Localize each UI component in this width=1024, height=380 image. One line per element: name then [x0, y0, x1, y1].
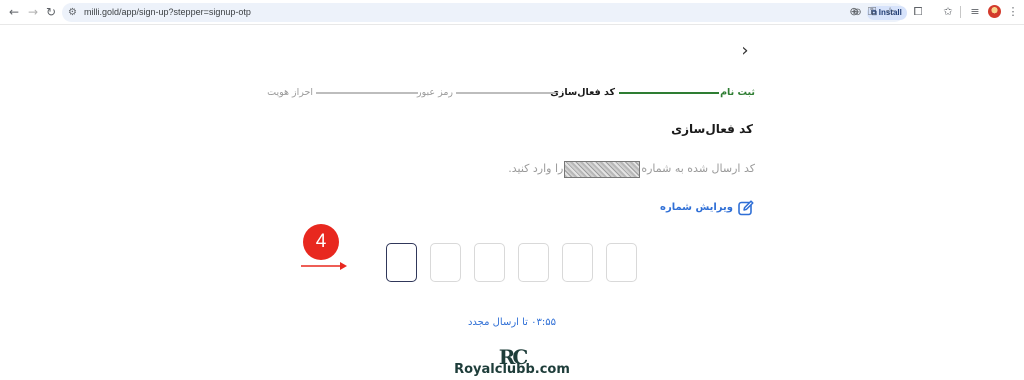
resend-countdown: ۰۳:۵۵ [531, 317, 557, 328]
annotation-arrow-icon [301, 262, 347, 270]
profile-avatar[interactable] [988, 5, 1001, 18]
watermark-text: Royalclubb.com [454, 362, 570, 377]
page-title: کد فعال‌سازی [671, 122, 753, 136]
step-number-badge: 4 [303, 224, 339, 260]
address-bar[interactable]: ⚙ milli.gold/app/sign-up?stepper=signup-… [62, 3, 907, 22]
step-activation-code: کد فعال‌سازی [550, 87, 615, 98]
redacted-phone-number [564, 160, 641, 178]
site-info-icon[interactable]: ⚙ [68, 5, 77, 20]
description-after: را وارد کنید. [508, 162, 564, 175]
menu-kebab-icon[interactable]: ⋮ [1005, 4, 1021, 20]
toolbar-divider [960, 6, 961, 18]
step-connector-1 [619, 92, 719, 94]
zoom-magnifier-icon[interactable]: ⊕ [846, 4, 862, 20]
edit-pencil-icon [737, 199, 755, 217]
back-icon[interactable]: ← [6, 4, 22, 20]
otp-digit-input[interactable] [562, 243, 593, 282]
resend-timer: ۰۳:۵۵ تا ارسال مجدد [0, 317, 1024, 328]
otp-digit-input[interactable] [474, 243, 505, 282]
otp-digit-input[interactable] [430, 243, 461, 282]
bookmark-star-icon[interactable]: ☆ [882, 4, 898, 20]
step-signup: ثبت نام [720, 87, 755, 98]
step-identity-verification: احراز هویت [267, 87, 313, 98]
back-chevron-icon[interactable]: › [737, 40, 753, 62]
otp-digit-input[interactable] [518, 243, 549, 282]
browser-toolbar: ← → ↻ ⚙ milli.gold/app/sign-up?stepper=s… [0, 0, 1024, 25]
edit-number-link[interactable]: ویرایش شماره [660, 197, 755, 215]
edit-number-label: ویرایش شماره [660, 202, 733, 213]
reading-list-icon[interactable]: ≡ [967, 4, 983, 20]
otp-digit-input[interactable] [606, 243, 637, 282]
reload-icon[interactable]: ↻ [43, 4, 59, 20]
resend-label: تا ارسال مجدد [467, 317, 528, 328]
step-password: رمز عبور [417, 87, 453, 98]
url-text[interactable]: milli.gold/app/sign-up?stepper=signup-ot… [84, 6, 251, 19]
otp-description: کد ارسال شده به شماره را وارد کنید. [508, 160, 755, 178]
forward-icon[interactable]: → [25, 4, 41, 20]
bookmarks-icon[interactable]: ✩ [940, 4, 956, 20]
otp-digit-input[interactable] [386, 243, 417, 282]
description-before: کد ارسال شده به شماره [641, 162, 755, 175]
password-key-icon[interactable]: ⚿ [864, 4, 880, 20]
extensions-icon[interactable]: ⧠ [910, 4, 926, 20]
step-connector-2 [456, 92, 556, 94]
step-connector-3 [316, 92, 418, 94]
